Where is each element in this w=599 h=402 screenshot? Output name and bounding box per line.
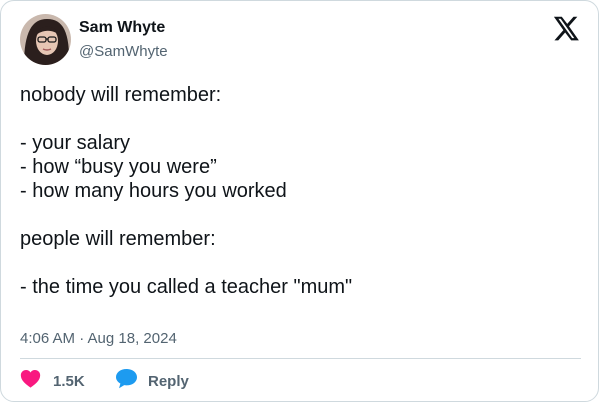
tweet-line: nobody will remember: — [20, 84, 222, 106]
author-handle[interactable]: @SamWhyte — [79, 42, 168, 61]
reply-label: Reply — [148, 372, 189, 390]
avatar-photo — [20, 14, 71, 65]
tweet-card: Sam Whyte @SamWhyte nobody will remember… — [0, 0, 599, 402]
tweet-text: nobody will remember: - your salary - ho… — [20, 83, 580, 299]
tweet-line: people will remember: — [20, 228, 216, 250]
avatar[interactable] — [20, 14, 71, 65]
tweet-line: - how “busy you were” — [20, 156, 217, 178]
like-button[interactable]: 1.5K — [20, 369, 85, 393]
heart-icon — [20, 369, 41, 393]
reply-button[interactable]: Reply — [115, 368, 189, 394]
like-count: 1.5K — [53, 372, 85, 390]
tweet-line: - how many hours you worked — [20, 180, 287, 202]
speech-bubble-icon — [115, 368, 138, 394]
tweet-line-gap — [20, 107, 580, 131]
tweet-line-gap — [20, 203, 580, 227]
tweet-timestamp[interactable]: 4:06 AM · Aug 18, 2024 — [20, 329, 177, 348]
tweet-line: - your salary — [20, 132, 131, 154]
tweet-line: - the time you called a teacher "mum" — [20, 276, 353, 298]
author-name[interactable]: Sam Whyte — [79, 18, 165, 37]
tweet-line-gap — [20, 251, 580, 275]
divider — [20, 358, 581, 359]
x-logo-icon[interactable] — [553, 16, 580, 41]
